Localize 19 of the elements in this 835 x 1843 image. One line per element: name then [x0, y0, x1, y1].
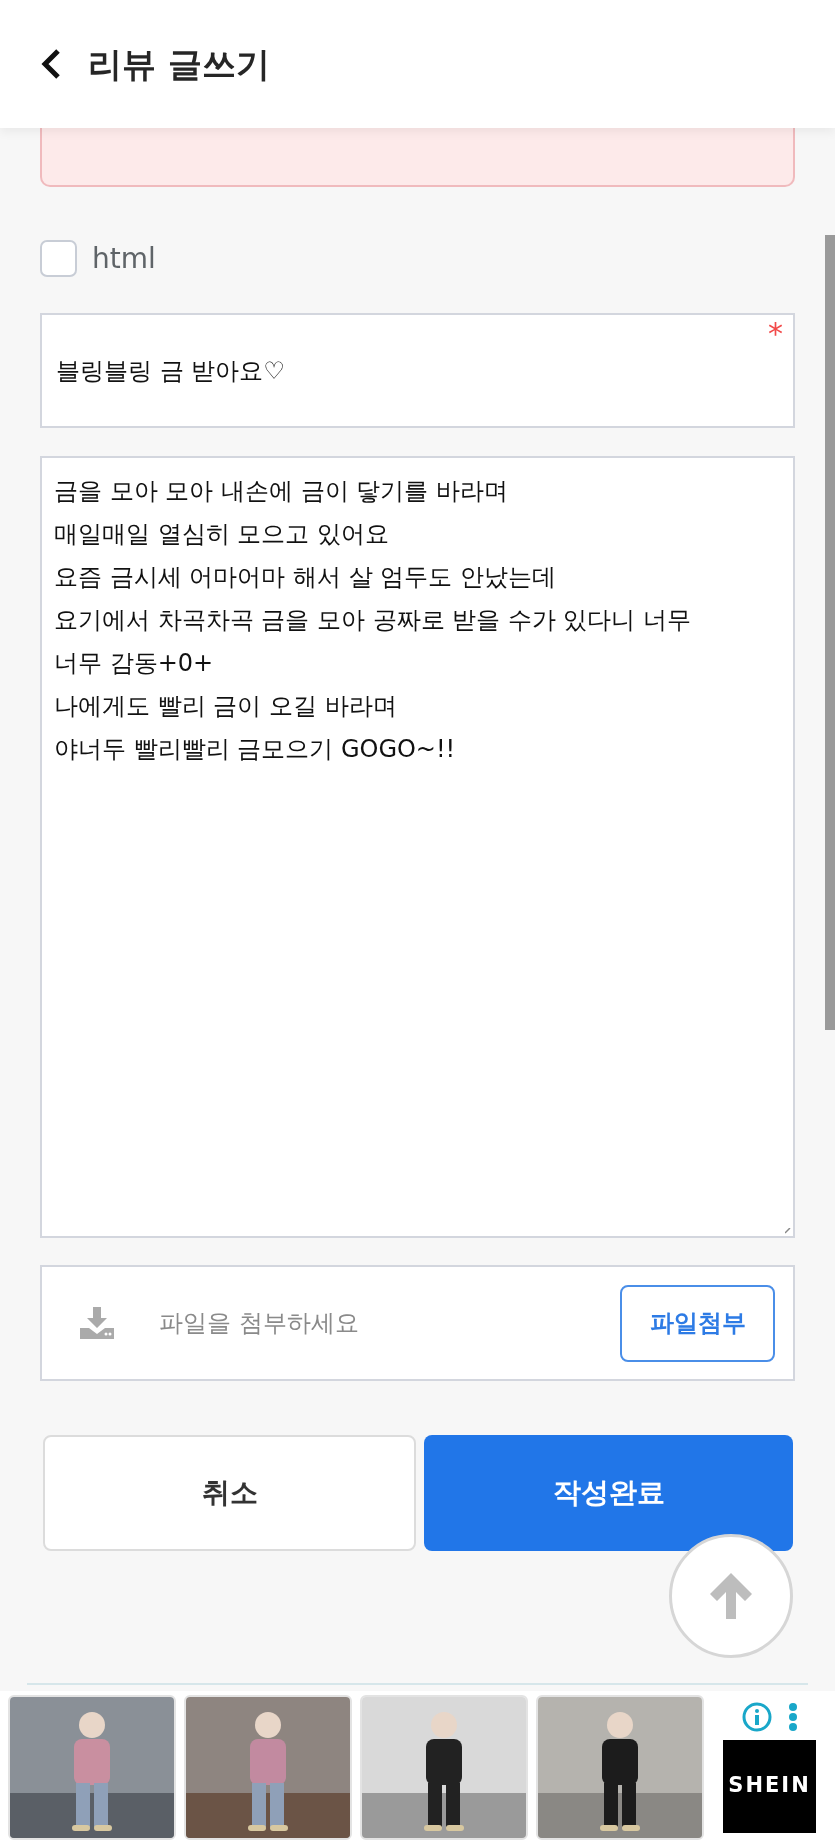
cancel-button[interactable]: 취소 — [43, 1435, 416, 1551]
file-field[interactable]: 파일을 첨부하세요 파일첨부 — [40, 1265, 795, 1381]
arrow-up-icon — [708, 1571, 754, 1621]
file-placeholder: 파일을 첨부하세요 — [159, 1308, 360, 1339]
resize-grip-icon — [785, 1228, 791, 1234]
checkbox-label: html — [92, 240, 156, 277]
more-icon[interactable] — [787, 1701, 798, 1732]
back-icon[interactable] — [40, 48, 62, 80]
required-mark: * — [768, 319, 783, 349]
content-field[interactable]: 금을 모아 모아 내손에 금이 닿기를 바라며 매일매일 열심히 모으고 있어요 요즘 금시세 어마어마 해서 살 엄두도 안났는데 요기에서 차곡차곡 금을 모아 공짜로 받을 수가 있다니 너무 너무 감동+0+ 나에게도 빨리 금이 오길 바라며 야너두 빨리빨리 금모으기 GOGO~!! — [40, 456, 795, 1238]
scrollbar[interactable] — [825, 235, 835, 1030]
title-field[interactable]: 블링블링 금 받아요♡ * — [40, 313, 795, 428]
attach-file-button[interactable]: 파일첨부 — [620, 1284, 775, 1362]
page-title: 리뷰 글쓰기 — [88, 42, 270, 86]
brand-logo[interactable]: SHEIN — [723, 1739, 816, 1833]
html-checkbox[interactable] — [40, 240, 77, 277]
download-icon — [80, 1307, 114, 1339]
info-icon[interactable] — [741, 1701, 772, 1732]
submit-button[interactable]: 작성완료 — [424, 1435, 793, 1551]
